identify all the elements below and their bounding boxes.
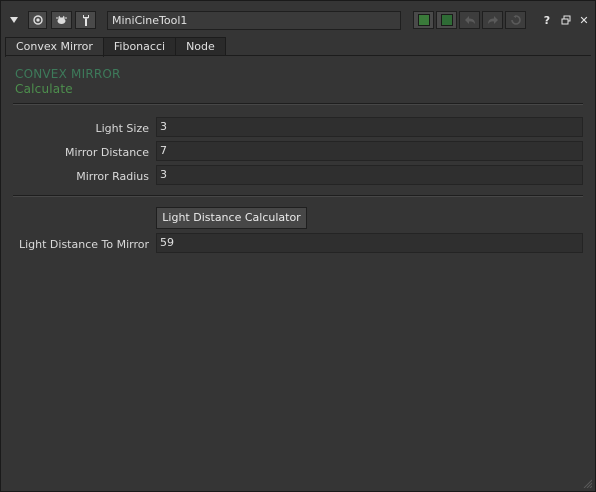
- bug-icon[interactable]: [51, 11, 72, 29]
- close-icon[interactable]: ✕: [577, 11, 591, 29]
- mirror-distance-field[interactable]: 7: [156, 141, 583, 161]
- section-subtitle: Calculate: [15, 82, 73, 96]
- light-size-field[interactable]: 3: [156, 117, 583, 137]
- help-icon[interactable]: ?: [541, 11, 553, 29]
- node-name-input[interactable]: MiniCineTool1: [107, 11, 401, 30]
- panel-toolbar: MiniCineTool1 ? ✕: [1, 1, 595, 38]
- collapse-arrow-icon[interactable]: [7, 11, 21, 29]
- wrench-icon[interactable]: [75, 11, 96, 29]
- mirror-distance-label: Mirror Distance: [64, 146, 149, 159]
- tab-divider: [5, 55, 591, 56]
- tab-fibonacci[interactable]: Fibonacci: [102, 37, 177, 55]
- divider: [13, 103, 583, 105]
- undo-icon[interactable]: [459, 11, 480, 29]
- properties-panel: MiniCineTool1 ? ✕ Convex Mirror Fibonacc…: [0, 0, 596, 492]
- mirror-radius-label: Mirror Radius: [76, 170, 149, 183]
- tab-node[interactable]: Node: [175, 37, 226, 55]
- section-title: CONVEX MIRROR: [15, 67, 121, 81]
- redo-icon[interactable]: [482, 11, 503, 29]
- node-view-icon[interactable]: [28, 11, 47, 29]
- dark-green-swatch-icon[interactable]: [436, 11, 457, 29]
- divider: [13, 195, 583, 197]
- float-icon[interactable]: [559, 11, 573, 29]
- light-distance-calculator-button[interactable]: Light Distance Calculator: [156, 207, 307, 229]
- light-size-label: Light Size: [95, 122, 149, 135]
- mirror-radius-field[interactable]: 3: [156, 165, 583, 185]
- tab-convex-mirror[interactable]: Convex Mirror: [5, 37, 104, 57]
- green-swatch-icon[interactable]: [413, 11, 434, 29]
- light-distance-label: Light Distance To Mirror: [18, 238, 149, 251]
- tab-bar: Convex Mirror Fibonacci Node: [5, 37, 226, 57]
- resize-grip-icon[interactable]: [582, 478, 592, 488]
- revert-icon[interactable]: [505, 11, 526, 29]
- light-distance-field[interactable]: 59: [156, 233, 583, 253]
